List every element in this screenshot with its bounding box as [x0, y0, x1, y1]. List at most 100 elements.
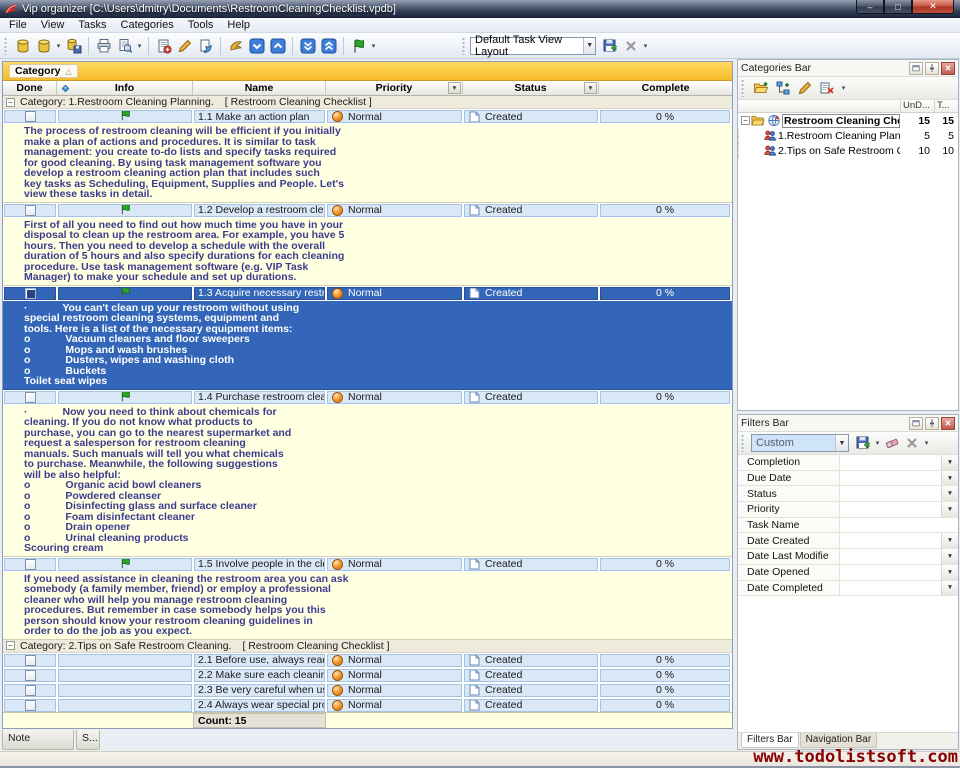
column-undone[interactable]: UnD...	[900, 100, 934, 112]
minimize-button[interactable]: –	[856, 0, 884, 14]
filter-value-field[interactable]	[840, 565, 941, 580]
done-checkbox[interactable]	[25, 559, 36, 570]
toggle-complete-flag-menu-caret[interactable]: ▾	[369, 42, 378, 50]
save-view-layout-button[interactable]	[599, 35, 620, 56]
filter-value-field[interactable]	[840, 502, 941, 517]
filters-bar-float-button[interactable]	[909, 417, 923, 430]
note-tab-1[interactable]: S...	[76, 730, 100, 750]
save-database-button[interactable]	[63, 35, 84, 56]
new-task-button[interactable]	[153, 35, 174, 56]
task-row[interactable]: 1.2 Develop a restroom cleaning Normal C…	[3, 203, 732, 218]
task-row[interactable]: 1.4 Purchase restroom cleaning Normal Cr…	[3, 390, 732, 405]
filter-preset-combo[interactable]: Custom ▼	[751, 434, 849, 452]
filter-value-field[interactable]	[840, 533, 941, 548]
new-category-button[interactable]	[751, 78, 771, 98]
close-button[interactable]: ✕	[912, 0, 954, 14]
task-view-layout-combo[interactable]: Default Task View Layout ▼	[470, 37, 596, 55]
save-filter-button[interactable]	[853, 433, 873, 453]
task-row[interactable]: 2.1 Before use, always read a Normal Cre…	[3, 653, 732, 668]
priority-filter-button[interactable]: ▼	[448, 82, 461, 94]
edit-task-button[interactable]	[174, 35, 195, 56]
combo-dropdown-icon[interactable]: ▼	[835, 435, 848, 451]
menu-tasks[interactable]: Tasks	[71, 18, 113, 32]
column-header-complete[interactable]: Complete	[599, 81, 732, 95]
view-layout-more-button[interactable]: ▾	[641, 42, 650, 50]
open-database-menu-caret[interactable]: ▾	[54, 42, 63, 50]
move-up-button[interactable]	[267, 35, 288, 56]
delete-task-button[interactable]	[195, 35, 216, 56]
categories-bar-float-button[interactable]	[909, 62, 923, 75]
column-total[interactable]: T...	[934, 100, 958, 112]
task-row[interactable]: 2.2 Make sure each cleaning Normal Creat…	[3, 668, 732, 683]
menu-tools[interactable]: Tools	[181, 18, 221, 32]
column-header-name[interactable]: Name	[193, 81, 326, 95]
categories-bar-close-button[interactable]	[941, 62, 955, 75]
collapse-group-icon[interactable]: −	[6, 98, 15, 107]
toggle-complete-flag-button[interactable]	[348, 35, 369, 56]
done-checkbox[interactable]	[25, 670, 36, 681]
move-to-top-button[interactable]	[318, 35, 339, 56]
print-preview-button[interactable]	[114, 35, 135, 56]
task-row[interactable]: 1.3 Acquire necessary restroom Normal Cr…	[3, 286, 732, 301]
filter-dropdown-button[interactable]: ▼	[941, 486, 958, 501]
filter-value-field[interactable]	[840, 518, 941, 533]
print-preview-menu-caret[interactable]: ▾	[135, 42, 144, 50]
category-tree-item[interactable]: −Restroom Cleaning Checklist1515	[738, 113, 958, 128]
combo-dropdown-icon[interactable]: ▼	[583, 38, 595, 54]
delete-category-button[interactable]	[817, 78, 837, 98]
task-row[interactable]: 1.1 Make an action plan Normal Created 0…	[3, 109, 732, 124]
done-checkbox[interactable]	[25, 288, 36, 299]
filter-dropdown-button[interactable]: ▼	[941, 502, 958, 517]
goto-task-button[interactable]	[225, 35, 246, 56]
edit-category-button[interactable]	[795, 78, 815, 98]
clear-filter-button[interactable]	[882, 433, 902, 453]
column-header-status[interactable]: Status ▼	[463, 81, 599, 95]
filters-bar-close-button[interactable]	[941, 417, 955, 430]
column-header-priority[interactable]: Priority ▼	[326, 81, 463, 95]
delete-filter-button[interactable]	[902, 433, 922, 453]
new-subcategory-button[interactable]	[773, 78, 793, 98]
filter-value-field[interactable]	[840, 455, 941, 470]
save-filter-menu-caret[interactable]: ▾	[873, 439, 882, 447]
tab-navigation-bar[interactable]: Navigation Bar	[800, 733, 878, 748]
toolbar-grip[interactable]	[741, 79, 746, 97]
tab-filters-bar[interactable]: Filters Bar	[741, 733, 799, 748]
filter-dropdown-button[interactable]: ▼	[941, 533, 958, 548]
toolbar-grip[interactable]	[462, 37, 467, 55]
new-database-button[interactable]	[12, 35, 33, 56]
print-button[interactable]	[93, 35, 114, 56]
maximize-button[interactable]: □	[884, 0, 912, 14]
toolbar-grip[interactable]	[741, 434, 746, 452]
done-checkbox[interactable]	[25, 655, 36, 666]
group-header-row[interactable]: − Category: 1.Restroom Cleaning Planning…	[3, 96, 732, 109]
categories-more-button[interactable]: ▾	[839, 84, 848, 92]
toolbar-grip[interactable]	[4, 37, 9, 55]
task-row[interactable]: 2.3 Be very careful when using Normal Cr…	[3, 683, 732, 698]
category-tree-item[interactable]: 1.Restroom Cleaning Plannir55	[738, 128, 958, 143]
done-checkbox[interactable]	[25, 700, 36, 711]
filters-bar-auto-hide-pin-button[interactable]	[925, 417, 939, 430]
filter-dropdown-button[interactable]: ▼	[941, 455, 958, 470]
done-checkbox[interactable]	[25, 111, 36, 122]
filter-value-field[interactable]	[840, 549, 941, 564]
open-database-button[interactable]	[33, 35, 54, 56]
filter-dropdown-button[interactable]: ▼	[941, 565, 958, 580]
menu-view[interactable]: View	[34, 18, 72, 32]
move-down-button[interactable]	[246, 35, 267, 56]
filter-value-field[interactable]	[840, 471, 941, 486]
done-checkbox[interactable]	[25, 685, 36, 696]
filter-value-field[interactable]	[840, 581, 941, 596]
group-header-row[interactable]: − Category: 2.Tips on Safe Restroom Clea…	[3, 640, 732, 653]
done-checkbox[interactable]	[25, 205, 36, 216]
filters-more-button[interactable]: ▾	[922, 439, 931, 447]
delete-view-layout-button[interactable]	[620, 35, 641, 56]
task-row[interactable]: 1.5 Involve people in the cleaning Norma…	[3, 557, 732, 572]
move-to-bottom-button[interactable]	[297, 35, 318, 56]
column-header-info[interactable]: Info	[57, 81, 193, 95]
column-header-done[interactable]: Done	[3, 81, 57, 95]
note-tab-0[interactable]: Note	[2, 730, 74, 750]
filter-value-field[interactable]	[840, 486, 941, 501]
collapse-tree-icon[interactable]: −	[741, 116, 750, 125]
group-by-category-chip[interactable]: Category △	[9, 64, 78, 78]
filter-dropdown-button[interactable]: ▼	[941, 549, 958, 564]
